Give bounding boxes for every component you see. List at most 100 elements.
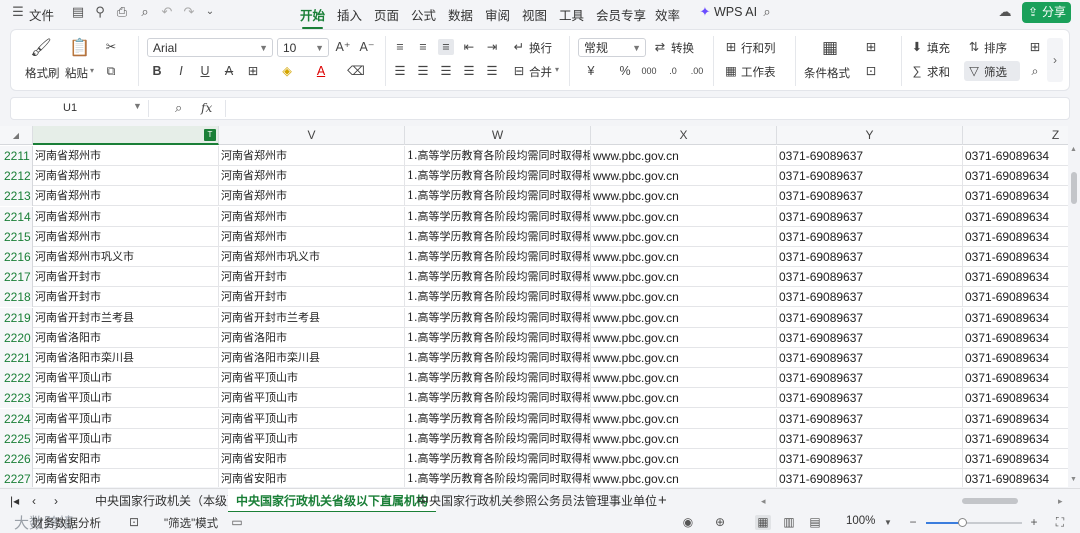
cell-style-icon[interactable]: ⊞: [863, 39, 879, 55]
paste-label[interactable]: 粘贴: [65, 65, 88, 81]
page-layout-icon[interactable]: ▥: [781, 515, 797, 530]
rows-cols-icon[interactable]: ⊞: [723, 39, 739, 55]
table-cell-w[interactable]: 1.高等学历教育各阶段均需同时取得相: [405, 469, 591, 487]
table-cell-x[interactable]: www.pbc.gov.cn: [591, 428, 777, 449]
increase-decimal-icon[interactable]: .0: [665, 63, 681, 79]
focus-mode-icon[interactable]: ⊕: [712, 515, 728, 530]
table-cell-y[interactable]: 0371-69089637: [777, 186, 963, 207]
table-cell-v[interactable]: 河南省安阳市: [219, 449, 405, 469]
table-cell-v[interactable]: 河南省郑州市: [219, 226, 405, 247]
table-cell-y[interactable]: 0371-69089637: [777, 307, 963, 328]
table-cell-u[interactable]: 河南省平顶山市: [33, 408, 219, 429]
underline-icon[interactable]: U: [197, 63, 213, 79]
table-cell-y[interactable]: 0371-69089637: [777, 469, 963, 487]
horizontal-scrollbar-thumb[interactable]: [962, 498, 1018, 504]
cloud-sync-icon[interactable]: ☁: [997, 4, 1013, 20]
row-header[interactable]: 2222: [0, 368, 33, 389]
table-cell-x[interactable]: www.pbc.gov.cn: [591, 146, 777, 166]
cell-border-icon[interactable]: ⊡: [863, 63, 879, 79]
zoom-out-icon[interactable]: −: [905, 515, 921, 530]
fill-color-icon[interactable]: ◈: [279, 63, 295, 79]
indent-increase-icon[interactable]: ⇥: [484, 39, 500, 55]
row-header[interactable]: 2218: [0, 287, 33, 308]
merge-icon[interactable]: ⊟: [511, 63, 527, 79]
fullscreen-icon[interactable]: ⛶: [1052, 515, 1068, 530]
align-left-icon[interactable]: ☰: [392, 63, 408, 79]
table-cell-u[interactable]: 河南省郑州市: [33, 166, 219, 187]
table-cell-y[interactable]: 0371-69089637: [777, 388, 963, 409]
table-cell-z[interactable]: 0371-69089634: [963, 207, 1068, 227]
table-cell-x[interactable]: www.pbc.gov.cn: [591, 388, 777, 409]
tab-view[interactable]: 视图: [522, 5, 547, 24]
filter-applied-icon[interactable]: T: [204, 129, 216, 141]
sum-icon[interactable]: ∑: [909, 63, 925, 79]
table-cell-z[interactable]: 0371-69089634: [963, 287, 1068, 308]
table-cell-y[interactable]: 0371-69089637: [777, 368, 963, 389]
table-cell-y[interactable]: 0371-69089637: [777, 428, 963, 449]
table-cell-z[interactable]: 0371-69089634: [963, 308, 1068, 328]
table-cell-u[interactable]: 河南省郑州市: [33, 186, 219, 207]
wrap-text-label[interactable]: 换行: [529, 40, 552, 56]
table-cell-z[interactable]: 0371-69089634: [963, 267, 1068, 288]
bold-icon[interactable]: B: [149, 63, 165, 79]
table-cell-z[interactable]: 0371-69089634: [963, 469, 1068, 487]
decrease-decimal-icon[interactable]: .00: [689, 63, 705, 79]
table-cell-x[interactable]: www.pbc.gov.cn: [591, 368, 777, 389]
justify-icon[interactable]: ☰: [461, 63, 477, 79]
column-header-v[interactable]: V: [219, 126, 405, 145]
table-cell-v[interactable]: 河南省郑州市: [219, 166, 405, 187]
macro-icon[interactable]: ⊡: [126, 515, 142, 530]
format-painter-icon[interactable]: 🖌: [30, 38, 52, 58]
prev-sheet-icon[interactable]: ‹: [32, 489, 36, 513]
table-cell-w[interactable]: 1.高等学历教育各阶段均需同时取得相: [405, 368, 591, 389]
row-header[interactable]: 2214: [0, 206, 33, 227]
table-cell-x[interactable]: www.pbc.gov.cn: [591, 206, 777, 227]
table-cell-u[interactable]: 河南省洛阳市栾川县: [33, 348, 219, 368]
align-middle-icon[interactable]: ≡: [415, 39, 431, 55]
table-cell-u[interactable]: 河南省安阳市: [33, 469, 219, 487]
table-cell-y[interactable]: 0371-69089637: [777, 348, 963, 368]
fill-label[interactable]: 填充: [927, 40, 950, 56]
table-cell-x[interactable]: www.pbc.gov.cn: [591, 408, 777, 429]
table-cell-x[interactable]: www.pbc.gov.cn: [591, 247, 777, 267]
table-cell-x[interactable]: www.pbc.gov.cn: [591, 348, 777, 368]
row-header[interactable]: 2215: [0, 226, 33, 247]
column-header-z[interactable]: Z: [963, 126, 1068, 145]
table-cell-v[interactable]: 河南省开封市兰考县: [219, 307, 405, 328]
eye-protection-icon[interactable]: ◉: [680, 515, 696, 530]
table-cell-u[interactable]: 河南省开封市兰考县: [33, 307, 219, 328]
table-cell-u[interactable]: 河南省郑州市: [33, 226, 219, 247]
table-cell-x[interactable]: www.pbc.gov.cn: [591, 469, 777, 487]
distributed-icon[interactable]: ☰: [484, 63, 500, 79]
percent-icon[interactable]: %: [617, 63, 633, 79]
paste-icon[interactable]: 📋: [69, 38, 91, 58]
table-cell-z[interactable]: 0371-69089634: [963, 348, 1068, 368]
font-size-select[interactable]: 10 ▼: [277, 38, 329, 57]
table-cell-w[interactable]: 1.高等学历教育各阶段均需同时取得相: [405, 327, 591, 348]
table-cell-u[interactable]: 河南省平顶山市: [33, 388, 219, 409]
format-painter-label[interactable]: 格式刷: [25, 65, 60, 81]
table-cell-z[interactable]: 0371-69089634: [963, 409, 1068, 429]
normal-view-icon[interactable]: ▦: [755, 515, 771, 530]
align-bottom-icon[interactable]: ≡: [438, 39, 454, 55]
zoom-dropdown-icon[interactable]: ▼: [880, 515, 896, 530]
zoom-slider-track[interactable]: [926, 518, 1022, 527]
column-header-x[interactable]: X: [591, 126, 777, 145]
table-cell-y[interactable]: 0371-69089637: [777, 267, 963, 288]
chevron-down-icon[interactable]: ▼: [133, 101, 142, 111]
file-menu[interactable]: 文件: [29, 5, 54, 24]
row-header[interactable]: 2223: [0, 388, 33, 409]
sum-label[interactable]: 求和: [927, 64, 950, 80]
scroll-down-icon[interactable]: ▼: [1070, 476, 1077, 483]
table-cell-y[interactable]: 0371-69089637: [777, 146, 963, 166]
column-header-w[interactable]: W: [405, 126, 591, 145]
row-header[interactable]: 2221: [0, 348, 33, 368]
row-header[interactable]: 2220: [0, 327, 33, 348]
table-cell-z[interactable]: 0371-69089634: [963, 368, 1068, 389]
font-color-icon[interactable]: A: [313, 63, 329, 79]
row-header[interactable]: 2213: [0, 186, 33, 207]
table-cell-v[interactable]: 河南省郑州市巩义市: [219, 247, 405, 267]
find-icon[interactable]: ⌕: [1027, 63, 1043, 79]
table-cell-v[interactable]: 河南省平顶山市: [219, 408, 405, 429]
table-cell-y[interactable]: 0371-69089637: [777, 408, 963, 429]
